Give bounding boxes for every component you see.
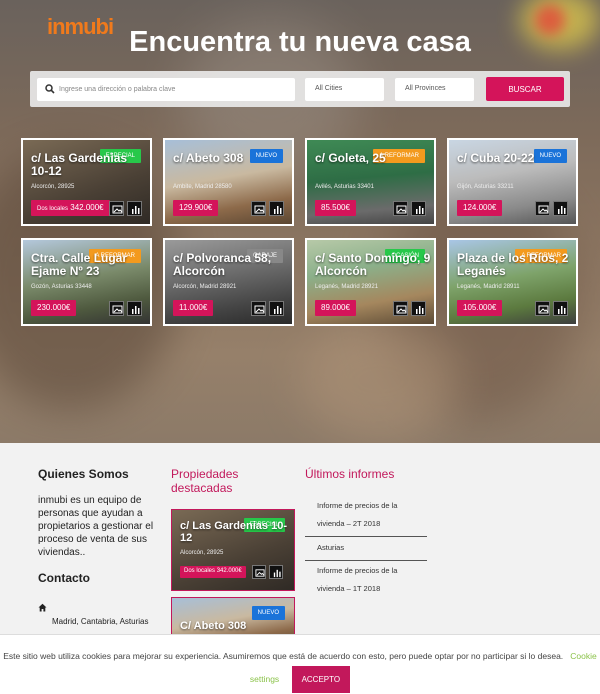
listing-title[interactable]: c/ Las Gardenias 10-12 — [31, 152, 147, 178]
cookie-text-wrap: Este sitio web utiliza cookies para mejo… — [0, 647, 600, 693]
listing-card[interactable]: NUEVO c/ Cuba 20-22 Gijón, Asturias 3321… — [447, 138, 578, 226]
listing-location: Ambite, Madrid 28580 — [173, 184, 232, 190]
contact-address: Madrid, Cantabria, Asturias — [52, 617, 149, 626]
report-link[interactable]: Informe de precios de la vivienda – 1T 2… — [305, 562, 427, 598]
cookie-message: Este sitio web utiliza cookies para mejo… — [3, 651, 564, 661]
accept-button[interactable]: ACCEPTO — [291, 666, 351, 693]
listing-price: 89.000€ — [315, 300, 356, 316]
stats-icon[interactable] — [411, 201, 426, 216]
report-link[interactable]: Asturias — [305, 539, 427, 557]
search-button[interactable]: BUSCAR — [486, 77, 564, 101]
cities-select[interactable]: All Cities — [305, 78, 384, 101]
listing-title[interactable]: c/ Abeto 308 — [173, 152, 289, 165]
listing-card[interactable]: NUEVO c/ Abeto 308 Ambite, Madrid 28580 … — [163, 138, 294, 226]
featured-price: Dos locales 342.000€ — [180, 566, 246, 578]
image-icon[interactable] — [251, 201, 266, 216]
listing-location: Alcorcón, 28925 — [31, 184, 75, 190]
featured-location: Alcorcón, 28925 — [180, 550, 224, 556]
image-icon[interactable] — [109, 301, 124, 316]
divider — [305, 560, 427, 561]
listing-location: Leganés, Madrid 28921 — [315, 284, 379, 290]
stats-icon[interactable] — [553, 301, 568, 316]
listing-price: Dos locales 342.000€ — [31, 200, 110, 216]
image-icon[interactable] — [393, 301, 408, 316]
image-icon[interactable] — [393, 201, 408, 216]
reports-title: Últimos informes — [305, 467, 395, 481]
image-icon[interactable] — [252, 565, 266, 579]
search-bar: Ingrese una dirección o palabra clave Al… — [30, 71, 570, 107]
stats-icon[interactable] — [127, 201, 142, 216]
listing-card[interactable]: A REFORMAR Ctra. Calle Lugar Ejame Nº 23… — [21, 238, 152, 326]
listing-price: 85.500€ — [315, 200, 356, 216]
listing-price: 105.000€ — [457, 300, 503, 316]
stats-icon[interactable] — [411, 301, 426, 316]
about-title: Quienes Somos — [38, 467, 129, 481]
hero-title: Encuentra tu nueva casa — [129, 26, 471, 58]
listing-title[interactable]: Plaza de los Ríos, 2 Leganés — [457, 252, 573, 278]
image-icon[interactable] — [109, 201, 124, 216]
image-icon[interactable] — [535, 301, 550, 316]
report-link[interactable]: Informe de precios de la vivienda – 2T 2… — [305, 497, 427, 533]
stats-icon[interactable] — [269, 301, 284, 316]
image-icon[interactable] — [251, 301, 266, 316]
about-text: inmubi es un equipo de personas que ayud… — [38, 495, 154, 558]
listing-title[interactable]: c/ Polvoranca 58, Alcorcón — [173, 252, 289, 278]
listing-location: Gozón, Asturias 33448 — [31, 284, 92, 290]
listing-location: Leganés, Madrid 28911 — [457, 284, 520, 290]
contact-title: Contacto — [38, 571, 90, 585]
stats-icon[interactable] — [269, 565, 283, 579]
listing-price: 11.000€ — [173, 300, 214, 316]
stats-icon[interactable] — [553, 201, 568, 216]
search-input[interactable]: Ingrese una dirección o palabra clave — [37, 78, 295, 101]
listing-card[interactable]: GARAJE c/ Polvoranca 58, Alcorcón Alcorc… — [163, 238, 294, 326]
listing-card[interactable]: A REFORMAR Plaza de los Ríos, 2 Leganés … — [447, 238, 578, 326]
listing-price: 230.000€ — [31, 300, 77, 316]
image-icon[interactable] — [535, 201, 550, 216]
listing-location: Avilés, Asturias 33401 — [315, 184, 374, 190]
listing-title[interactable]: c/ Cuba 20-22 — [457, 152, 573, 165]
listing-price: 124.000€ — [457, 200, 503, 216]
listing-card[interactable]: OCASIÓN c/ Santo Domingo, 9 Alcorcón Leg… — [305, 238, 436, 326]
listing-title[interactable]: c/ Goleta, 25 — [315, 152, 431, 165]
home-icon — [38, 603, 47, 614]
listing-price: 129.900€ — [173, 200, 219, 216]
hero-section: inmubi Encuentra tu nueva casa Ingrese u… — [0, 0, 600, 443]
listing-location: Alcorcón, Madrid 28921 — [173, 284, 237, 290]
featured-card[interactable]: ESPECIAL c/ Las Gardenias 10-12 Alcorcón… — [171, 509, 295, 591]
stats-icon[interactable] — [269, 201, 284, 216]
featured-title-1[interactable]: c/ Las Gardenias 10-12 — [180, 520, 294, 544]
search-placeholder: Ingrese una dirección o palabra clave — [59, 86, 176, 93]
stats-icon[interactable] — [127, 301, 142, 316]
listing-card[interactable]: ESPECIAL c/ Las Gardenias 10-12 Alcorcón… — [21, 138, 152, 226]
featured-title-2[interactable]: C/ Abeto 308 — [180, 620, 294, 633]
divider — [305, 536, 427, 537]
featured-title: Propiedades destacadas — [171, 467, 239, 495]
listing-title[interactable]: Ctra. Calle Lugar Ejame Nº 23 — [31, 252, 147, 278]
cookie-banner: Este sitio web utiliza cookies para mejo… — [0, 634, 600, 694]
listing-title[interactable]: c/ Santo Domingo, 9 Alcorcón — [315, 252, 431, 278]
listing-location: Gijón, Asturias 33211 — [457, 184, 514, 190]
search-icon — [45, 84, 55, 97]
status-badge: NUEVO — [251, 606, 285, 620]
provinces-select[interactable]: All Provinces — [395, 78, 474, 101]
listing-card[interactable]: A REFORMAR c/ Goleta, 25 Avilés, Asturia… — [305, 138, 436, 226]
